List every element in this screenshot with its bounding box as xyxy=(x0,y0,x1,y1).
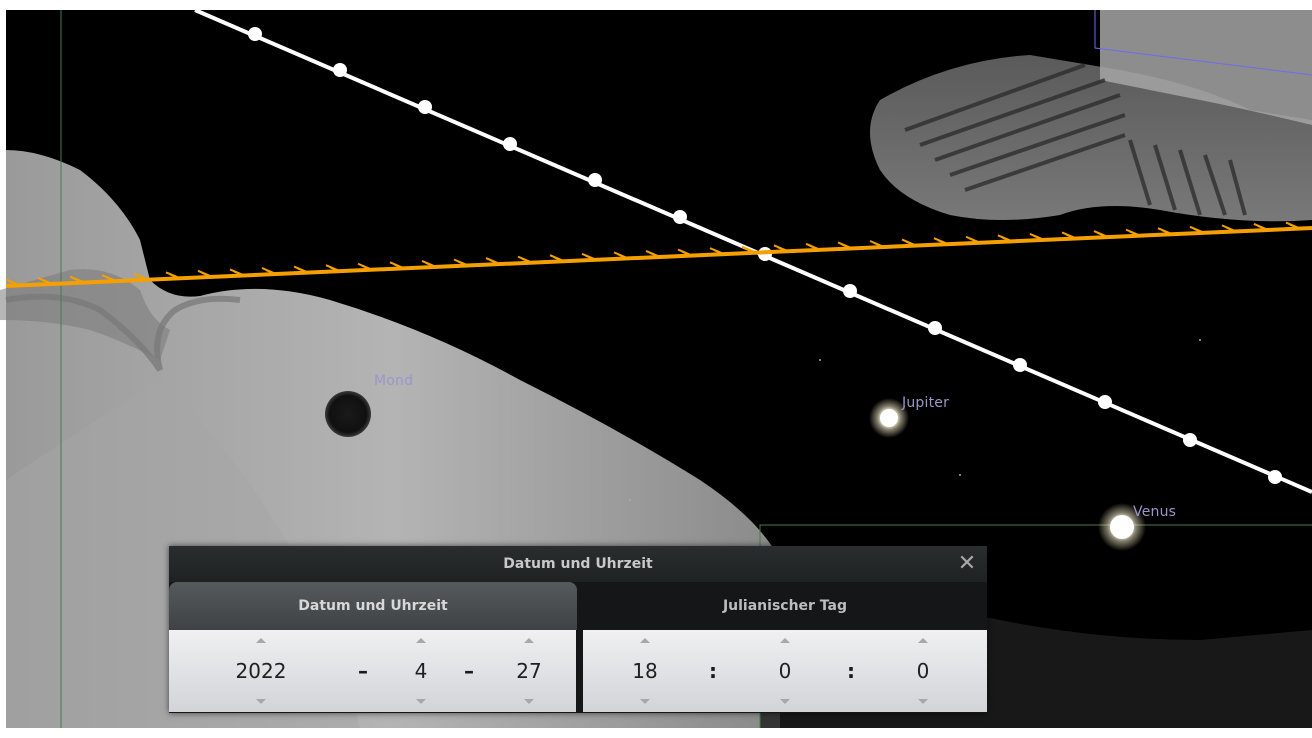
time-separator: : xyxy=(709,659,717,683)
moon-label: Mond xyxy=(374,373,414,389)
second-field[interactable]: 0 xyxy=(873,656,973,686)
moon[interactable] xyxy=(325,391,371,437)
month-field[interactable]: 4 xyxy=(373,656,469,686)
minute-down-arrow-icon[interactable] xyxy=(780,699,790,704)
day-down-arrow-icon[interactable] xyxy=(524,699,534,704)
hour-up-arrow-icon[interactable] xyxy=(640,638,650,643)
date-separator: – xyxy=(358,659,368,683)
time-panel: 18 : 0 : 0 xyxy=(583,630,987,712)
tab-date-time[interactable]: Datum und Uhrzeit xyxy=(169,582,577,630)
date-time-dialog: Datum und Uhrzeit ✕ Datum und Uhrzeit Ju… xyxy=(169,546,987,713)
year-up-arrow-icon[interactable] xyxy=(256,638,266,643)
minute-spinner: 0 xyxy=(735,630,835,712)
second-down-arrow-icon[interactable] xyxy=(918,699,928,704)
year-down-arrow-icon[interactable] xyxy=(256,699,266,704)
venus-label: Venus xyxy=(1133,504,1177,520)
day-spinner: 27 xyxy=(479,630,579,712)
hour-spinner: 18 xyxy=(595,630,695,712)
dialog-title: Datum und Uhrzeit xyxy=(503,556,653,572)
hour-down-arrow-icon[interactable] xyxy=(640,699,650,704)
tab-julian-day[interactable]: Julianischer Tag xyxy=(583,582,987,630)
month-down-arrow-icon[interactable] xyxy=(416,699,426,704)
jupiter-label: Jupiter xyxy=(902,395,950,411)
year-field[interactable]: 2022 xyxy=(209,656,313,686)
date-panel: 2022 – 4 – 27 xyxy=(169,630,576,712)
second-up-arrow-icon[interactable] xyxy=(918,638,928,643)
month-spinner: 4 xyxy=(373,630,469,712)
second-spinner: 0 xyxy=(873,630,973,712)
month-up-arrow-icon[interactable] xyxy=(416,638,426,643)
time-separator: : xyxy=(847,659,855,683)
close-icon[interactable]: ✕ xyxy=(955,552,979,576)
hour-field[interactable]: 18 xyxy=(595,656,695,686)
day-field[interactable]: 27 xyxy=(479,656,579,686)
year-spinner: 2022 xyxy=(209,630,313,712)
day-up-arrow-icon[interactable] xyxy=(524,638,534,643)
minute-field[interactable]: 0 xyxy=(735,656,835,686)
date-separator: – xyxy=(464,659,474,683)
minute-up-arrow-icon[interactable] xyxy=(780,638,790,643)
